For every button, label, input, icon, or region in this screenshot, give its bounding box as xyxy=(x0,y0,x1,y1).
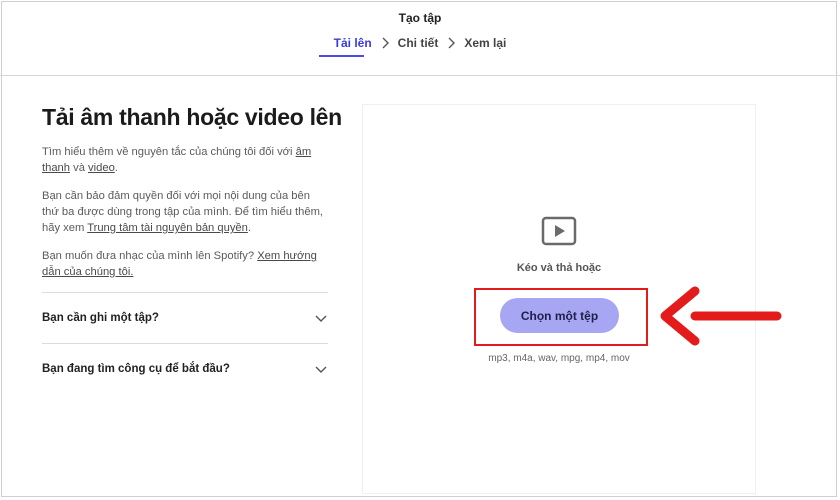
play-icon xyxy=(541,216,577,246)
supported-formats: mp3, m4a, wav, mpg, mp4, mov xyxy=(488,353,630,364)
chevron-right-icon xyxy=(382,37,389,49)
chevron-right-icon xyxy=(448,37,456,49)
page-title: Tải âm thanh hoặc video lên xyxy=(42,104,342,130)
drag-drop-text: Kéo và thả hoặc xyxy=(516,262,602,274)
step-review[interactable]: Xem lại xyxy=(462,36,508,50)
left-arrow-annotation xyxy=(660,286,782,346)
copyright-center-link[interactable]: Trung tâm tài nguyên bản quyền xyxy=(87,222,248,234)
top-header: Tạo tập Tải lên Chi tiết Xem lại xyxy=(0,0,840,76)
accordion-label: Bạn đang tìm công cụ để bắt đầu? xyxy=(42,363,230,375)
video-guidelines-link[interactable]: video xyxy=(88,162,115,174)
guidelines-paragraph: Tìm hiểu thêm về nguyên tắc của chúng tô… xyxy=(42,144,328,176)
step-details[interactable]: Chi tiết xyxy=(396,36,441,50)
chevron-down-icon xyxy=(315,315,327,322)
active-step-underline xyxy=(319,55,364,57)
chevron-down-icon xyxy=(315,366,327,373)
accordion-label: Bạn cần ghi một tập? xyxy=(42,312,159,324)
accordion-record-episode[interactable]: Bạn cần ghi một tập? xyxy=(42,293,328,343)
step-breadcrumb: Tải lên Chi tiết Xem lại xyxy=(0,36,840,50)
step-upload[interactable]: Tải lên xyxy=(332,36,374,50)
accordion-tools[interactable]: Bạn đang tìm công cụ để bắt đầu? xyxy=(42,344,328,394)
music-paragraph: Bạn muốn đưa nhạc của mình lên Spotify? … xyxy=(42,248,328,280)
copyright-paragraph: Bạn cần bảo đảm quyền đối với mọi nội du… xyxy=(42,188,328,236)
period-text: . xyxy=(247,222,251,234)
guidelines-text: Tìm hiểu thêm về nguyên tắc của chúng tô… xyxy=(42,146,296,158)
and-text: và xyxy=(70,162,89,174)
info-panel: Tải âm thanh hoặc video lên Tìm hiểu thê… xyxy=(42,104,342,394)
choose-file-button[interactable]: Chọn một tệp xyxy=(500,298,619,333)
music-text: Bạn muốn đưa nhạc của mình lên Spotify? xyxy=(42,250,258,262)
period-text: . xyxy=(114,162,118,174)
header-title: Tạo tập xyxy=(398,11,442,25)
